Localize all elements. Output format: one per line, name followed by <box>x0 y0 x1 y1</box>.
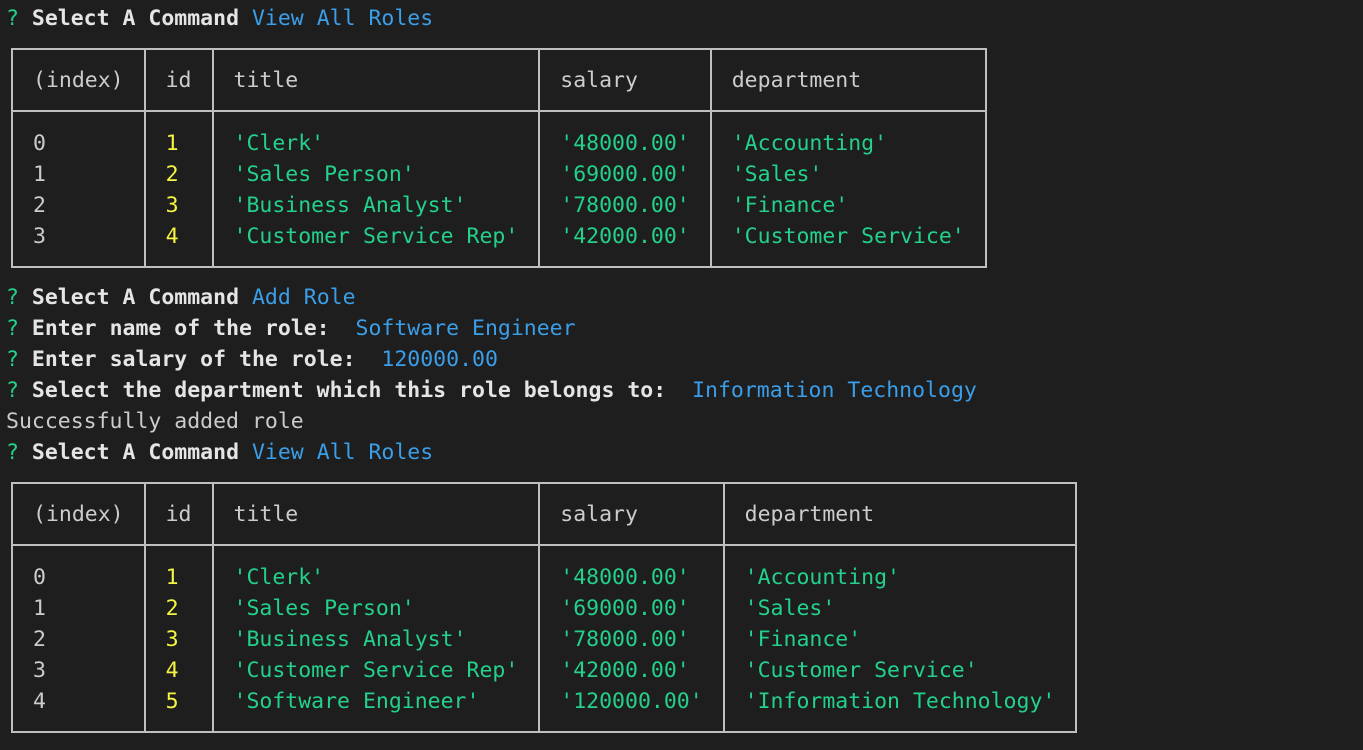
column-header-department: department <box>709 48 987 112</box>
prompt-answer: View All Roles <box>251 6 434 31</box>
table-row: 0 1 'Clerk' '48000.00' 'Accounting' <box>11 545 1078 593</box>
prompt-label: Select the department which this role be… <box>31 378 667 403</box>
cell-salary: '69000.00' <box>538 159 712 190</box>
prompt-answer: Information Technology <box>692 378 977 403</box>
cell-id: 5 <box>143 686 214 733</box>
cell-title: 'Sales Person' <box>211 593 541 624</box>
cell-index: 0 <box>11 545 146 593</box>
prompt-marker: ? <box>6 440 19 465</box>
prompt-line-role-salary: ? Enter salary of the role: 120000.00 <box>6 344 1356 375</box>
prompt-line-role-department: ? Select the department which this role … <box>6 375 1356 406</box>
table-header-row: (index) id title salary department <box>11 482 1078 546</box>
cell-index: 3 <box>11 655 146 686</box>
table-row: 1 2 'Sales Person' '69000.00' 'Sales' <box>11 159 987 190</box>
table-row: 2 3 'Business Analyst' '78000.00' 'Finance' <box>11 624 1078 655</box>
cell-department: 'Accounting' <box>722 545 1078 593</box>
success-message: Successfully added role <box>6 409 304 434</box>
cell-title: 'Clerk' <box>211 111 541 159</box>
prompt-marker: ? <box>6 347 19 372</box>
prompt-label: Select A Command <box>31 6 240 31</box>
table-row: 0 1 'Clerk' '48000.00' 'Accounting' <box>11 111 987 159</box>
prompt-label: Select A Command <box>31 285 240 310</box>
table-row: 3 4 'Customer Service Rep' '42000.00' 'Custo… <box>11 655 1078 686</box>
cell-salary: '42000.00' <box>538 221 712 268</box>
cell-title: 'Customer Service Rep' <box>211 221 541 268</box>
prompt-answer: Add Role <box>251 285 356 310</box>
prompt-line-command-1: ? Select A Command View All Roles <box>6 3 1356 34</box>
prompt-answer: Software Engineer <box>355 316 576 341</box>
prompt-label: Enter name of the role: <box>31 316 330 341</box>
cell-index: 2 <box>11 624 146 655</box>
cell-title: 'Software Engineer' <box>211 686 541 733</box>
cell-index: 4 <box>11 686 146 733</box>
cell-salary: '78000.00' <box>538 624 725 655</box>
roles-table-2: (index) id title salary department 0 1 'Cl… <box>11 482 1078 733</box>
cell-title: 'Sales Person' <box>211 159 541 190</box>
roles-table-1: (index) id title salary department 0 1 'Cl… <box>11 48 987 268</box>
cell-id: 3 <box>143 624 214 655</box>
cell-index: 0 <box>11 111 146 159</box>
cell-salary: '48000.00' <box>538 111 712 159</box>
prompt-marker: ? <box>6 316 19 341</box>
cell-salary: '42000.00' <box>538 655 725 686</box>
cell-salary: '78000.00' <box>538 190 712 221</box>
cell-id: 2 <box>143 593 214 624</box>
cell-salary: '120000.00' <box>538 686 725 733</box>
table-row: 4 5 'Software Engineer' '120000.00' 'Informa… <box>11 686 1078 733</box>
cell-index: 2 <box>11 190 146 221</box>
table-row: 2 3 'Business Analyst' '78000.00' 'Finance' <box>11 190 987 221</box>
cell-id: 2 <box>143 159 214 190</box>
cell-id: 4 <box>143 655 214 686</box>
cell-id: 1 <box>143 545 214 593</box>
cell-title: 'Clerk' <box>211 545 541 593</box>
table-row: 3 4 'Customer Service Rep' '42000.00' 'Custo… <box>11 221 987 268</box>
cell-index: 3 <box>11 221 146 268</box>
cell-department: 'Sales' <box>709 159 987 190</box>
column-header-id: id <box>143 482 214 546</box>
cell-salary: '69000.00' <box>538 593 725 624</box>
table-header-row: (index) id title salary department <box>11 48 987 112</box>
cell-index: 1 <box>11 593 146 624</box>
column-header-title: title <box>211 48 541 112</box>
prompt-marker: ? <box>6 6 19 31</box>
column-header-index: (index) <box>11 48 146 112</box>
prompt-marker: ? <box>6 378 19 403</box>
cell-department: 'Customer Service' <box>722 655 1078 686</box>
prompt-line-role-name: ? Enter name of the role: Software Engin… <box>6 313 1356 344</box>
cell-title: 'Business Analyst' <box>211 624 541 655</box>
cell-title: 'Business Analyst' <box>211 190 541 221</box>
cell-id: 1 <box>143 111 214 159</box>
prompt-answer: View All Roles <box>251 440 434 465</box>
terminal-output: ? Select A Command View All Roles (index… <box>6 3 1356 733</box>
cell-index: 1 <box>11 159 146 190</box>
column-header-id: id <box>143 48 214 112</box>
cell-department: 'Finance' <box>709 190 987 221</box>
prompt-label: Select A Command <box>31 440 240 465</box>
prompt-line-command-3: ? Select A Command View All Roles <box>6 437 1356 468</box>
cell-department: 'Customer Service' <box>709 221 987 268</box>
cell-department: 'Information Technology' <box>722 686 1078 733</box>
column-header-salary: salary <box>538 48 712 112</box>
cell-title: 'Customer Service Rep' <box>211 655 541 686</box>
cell-department: 'Accounting' <box>709 111 987 159</box>
cell-department: 'Finance' <box>722 624 1078 655</box>
prompt-label: Enter salary of the role: <box>31 347 356 372</box>
prompt-answer: 120000.00 <box>381 347 498 372</box>
prompt-marker: ? <box>6 285 19 310</box>
cell-department: 'Sales' <box>722 593 1078 624</box>
prompt-line-command-2: ? Select A Command Add Role <box>6 282 1356 313</box>
column-header-title: title <box>211 482 541 546</box>
column-header-department: department <box>722 482 1078 546</box>
cell-id: 3 <box>143 190 214 221</box>
column-header-salary: salary <box>538 482 725 546</box>
cell-id: 4 <box>143 221 214 268</box>
column-header-index: (index) <box>11 482 146 546</box>
table-row: 1 2 'Sales Person' '69000.00' 'Sales' <box>11 593 1078 624</box>
cell-salary: '48000.00' <box>538 545 725 593</box>
